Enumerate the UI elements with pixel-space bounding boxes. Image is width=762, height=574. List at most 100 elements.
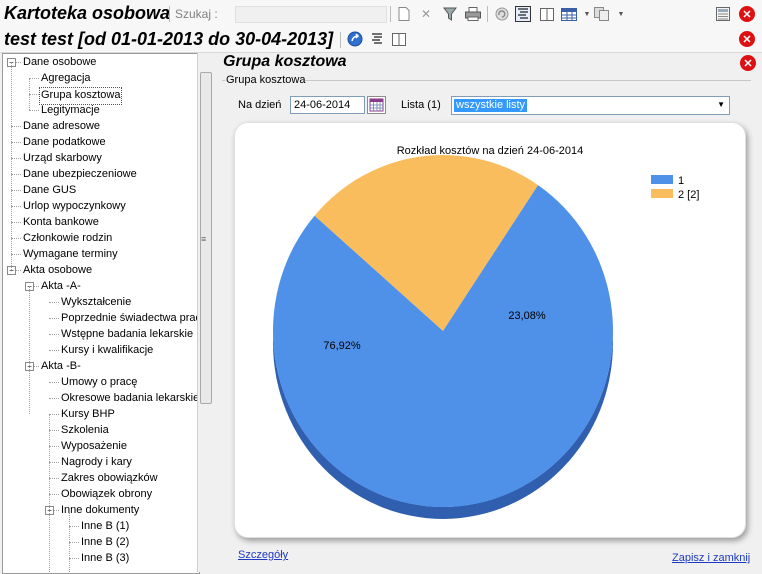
close-icon[interactable]: ✕	[739, 6, 755, 22]
chevron-down-icon[interactable]: ▼	[717, 100, 725, 109]
tree-connector	[29, 94, 39, 95]
tree-item[interactable]: Akta osobowe	[23, 262, 92, 278]
navigate-icon[interactable]	[347, 31, 363, 47]
tree-connector	[69, 558, 79, 559]
tree-item[interactable]: Kursy i kwalifikacje	[61, 342, 153, 358]
tree-connector	[49, 398, 59, 399]
tree-item[interactable]: Akta -A-	[41, 278, 81, 294]
print-icon[interactable]	[465, 6, 481, 22]
window: Kartoteka osobowa Szukaj : ✕ ▼ ▼ ✕ test …	[0, 0, 762, 574]
tree-connector	[11, 142, 21, 143]
list-select-value: wszystkie listy	[454, 99, 528, 112]
save-close-link[interactable]: Zapisz i zamknij	[672, 552, 750, 564]
date-field[interactable]: 24-06-2014	[290, 96, 365, 114]
tree-connector	[11, 238, 21, 239]
tree-item[interactable]: Inne dokumenty	[61, 502, 139, 518]
tree-connector	[11, 254, 21, 255]
tree-connector	[69, 510, 70, 573]
group-border	[305, 80, 751, 81]
record-title: test test [od 01-01-2013 do 30-04-2013]	[4, 29, 334, 49]
form-view-icon[interactable]	[369, 31, 385, 47]
tree-item[interactable]: Inne B (3)	[81, 550, 129, 566]
tree-item[interactable]: Szkolenia	[61, 422, 109, 438]
app-title: Kartoteka osobowa	[4, 3, 171, 23]
tree-item[interactable]: Agregacja	[41, 70, 91, 86]
grid-view-icon[interactable]	[561, 6, 577, 22]
chart-panel: Rozkład kosztów na dzień 24-06-2014 76,92…	[234, 122, 746, 538]
split-view-icon[interactable]	[539, 6, 555, 22]
tree-item[interactable]: Dane ubezpieczeniowe	[23, 166, 137, 182]
chart-title: Rozkład kosztów na dzień 24-06-2014	[397, 145, 584, 157]
search-input[interactable]	[235, 6, 387, 23]
tree-connector	[49, 414, 50, 573]
tree-item[interactable]: Dane osobowe	[23, 54, 96, 70]
tree-item[interactable]: Inne B (1)	[81, 518, 129, 534]
tree-connector	[11, 174, 21, 175]
search-label: Szukaj :	[175, 7, 218, 21]
tree-connector	[49, 302, 59, 303]
tree-connector	[49, 446, 59, 447]
tree-item[interactable]: Akta -B-	[41, 358, 81, 374]
tree-item[interactable]: Dane GUS	[23, 182, 76, 198]
list-label: Lista (1)	[401, 99, 441, 111]
tree-connector	[69, 526, 79, 527]
copy-icon[interactable]	[594, 6, 610, 22]
grip-icon: ≡	[201, 234, 207, 244]
split-view-icon[interactable]	[391, 31, 407, 47]
tree-item[interactable]: Zakres obowiązków	[61, 470, 158, 486]
tree-item[interactable]: Wyposażenie	[61, 438, 127, 454]
tree-item[interactable]: Dane adresowe	[23, 118, 100, 134]
tree-connector	[11, 62, 12, 270]
tree-connector	[11, 126, 21, 127]
tree-connector	[29, 110, 39, 111]
tree-item[interactable]: Wstępne badania lekarskie	[61, 326, 193, 342]
tree-item[interactable]: Dane podatkowe	[23, 134, 106, 150]
calculator-icon[interactable]	[715, 6, 731, 22]
tree-connector	[49, 350, 59, 351]
close-icon[interactable]: ✕	[740, 55, 756, 71]
tree-item[interactable]: Inne B (2)	[81, 534, 129, 550]
legend-entry: 2 [2]	[678, 189, 699, 201]
tree-item[interactable]: Poprzednie świadectwa prac	[61, 310, 199, 326]
tree-item[interactable]: Kursy BHP	[61, 406, 115, 422]
tree-item[interactable]: Wykształcenie	[61, 294, 131, 310]
new-document-icon[interactable]	[396, 6, 412, 22]
tree-connector	[29, 78, 30, 110]
navigation-tree[interactable]: Dane osobowe − Agregacja Grupa kosztowa Legi…	[2, 53, 200, 574]
legend-entry: 1	[678, 175, 684, 187]
group-label: Grupa kosztowa	[226, 74, 306, 86]
separator	[169, 6, 170, 22]
record-bar: test test [od 01-01-2013 do 30-04-2013] …	[0, 28, 762, 53]
tree-item[interactable]: Urlop wypoczynkowy	[23, 198, 126, 214]
tree-item[interactable]: Wymagane terminy	[23, 246, 118, 262]
group-border	[222, 80, 225, 81]
tree-item[interactable]: Okresowe badania lekarskie	[61, 390, 199, 406]
tree-item[interactable]: Członkowie rodzin	[23, 230, 112, 246]
chevron-down-icon[interactable]: ▼	[613, 6, 629, 22]
pane-title: Grupa kosztowa	[223, 53, 347, 70]
tree-connector	[49, 494, 59, 495]
tree-connector	[11, 190, 21, 191]
pane-header: Grupa kosztowa ✕	[218, 52, 762, 72]
filter-icon[interactable]	[442, 6, 458, 22]
legend-swatch	[651, 175, 673, 184]
tree-item[interactable]: Obowiązek obrony	[61, 486, 152, 502]
close-icon[interactable]: ✕	[739, 31, 755, 47]
calendar-button[interactable]	[367, 96, 386, 114]
tree-connector	[49, 430, 59, 431]
tree-connector	[69, 542, 79, 543]
separator	[340, 32, 341, 48]
tree-item[interactable]: Urząd skarbowy	[23, 150, 102, 166]
refresh-icon[interactable]	[494, 6, 510, 22]
tree-connector	[11, 222, 21, 223]
list-select[interactable]: wszystkie listy ▼	[451, 96, 730, 115]
tree-item[interactable]: Umowy o pracę	[61, 374, 137, 390]
form-view-icon[interactable]	[515, 6, 531, 22]
details-link[interactable]: Szczegóły	[238, 549, 288, 561]
delete-icon[interactable]: ✕	[418, 6, 434, 22]
calendar-icon	[369, 98, 384, 112]
tree-item[interactable]: Konta bankowe	[23, 214, 99, 230]
tree-item[interactable]: Nagrody i kary	[61, 454, 132, 470]
tree-item[interactable]: Legitymacje	[41, 102, 100, 118]
chevron-down-icon[interactable]: ▼	[579, 6, 595, 22]
